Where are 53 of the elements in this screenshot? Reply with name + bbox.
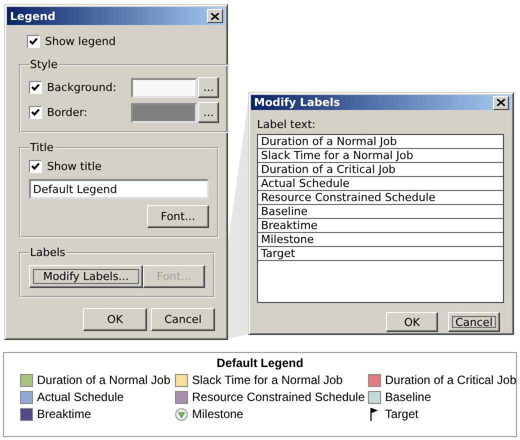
label-row[interactable]: Slack Time for a Normal Job xyxy=(258,149,503,163)
checkbox[interactable] xyxy=(29,81,42,94)
group-title: Title xyxy=(29,141,55,154)
font-button[interactable]: Font... xyxy=(147,205,209,228)
dialog-button[interactable]: OK xyxy=(386,312,438,332)
label-row[interactable]: Milestone xyxy=(258,233,503,247)
close-icon xyxy=(497,99,505,106)
color-field[interactable] xyxy=(131,102,197,122)
label-row[interactable]: Resource Constrained Schedule xyxy=(258,191,503,205)
check-icon xyxy=(28,36,39,47)
dialog-button[interactable]: Cancel xyxy=(448,312,500,332)
title-field[interactable]: Default Legend xyxy=(29,179,209,199)
label-row[interactable]: Breaktime xyxy=(258,219,503,233)
legend-label: Milestone xyxy=(192,407,244,421)
close-button[interactable] xyxy=(207,9,223,23)
checkbox-label: Show legend xyxy=(45,35,116,48)
group-title: Labels xyxy=(29,246,66,259)
browse-button[interactable]: ... xyxy=(198,102,219,123)
legend-label: Actual Schedule xyxy=(37,390,124,404)
window-title: Legend xyxy=(10,10,56,22)
label-row[interactable]: Target xyxy=(258,247,503,261)
color-field[interactable] xyxy=(131,78,197,98)
checkbox[interactable] xyxy=(29,160,42,173)
label-row[interactable]: Duration of a Critical Job xyxy=(258,163,503,177)
checkbox[interactable] xyxy=(27,35,40,48)
check-icon xyxy=(30,82,41,93)
legend-label: Slack Time for a Normal Job xyxy=(192,373,343,387)
legend-label: Resource Constrained Schedule xyxy=(192,390,365,404)
legend-label: Duration of a Normal Job xyxy=(37,373,170,387)
close-icon xyxy=(211,12,219,20)
window-title: Modify Labels xyxy=(254,96,340,109)
dialog-button[interactable]: Cancel xyxy=(151,308,215,331)
list-label: Label text: xyxy=(257,118,317,131)
legend-label: Baseline xyxy=(385,390,432,404)
milestone-icon xyxy=(175,408,188,420)
legend-label: Duration of a Critical Job xyxy=(385,373,516,387)
label-row[interactable]: Baseline xyxy=(258,205,503,219)
check-icon xyxy=(30,107,41,118)
modify-labels-button[interactable]: Modify Labels... xyxy=(29,265,143,288)
checkbox-label: Border: xyxy=(47,106,88,119)
dialog-button[interactable]: OK xyxy=(83,308,147,331)
checkbox[interactable] xyxy=(29,106,42,119)
browse-button[interactable]: ... xyxy=(198,77,219,98)
checkbox-label: Background: xyxy=(47,81,116,94)
check-icon xyxy=(30,161,41,172)
legend-label: Breaktime xyxy=(37,407,92,421)
legend-label: Target xyxy=(385,407,418,421)
group-title: Style xyxy=(29,58,59,71)
legend-title: Default Legend xyxy=(216,356,304,370)
checkbox-label: Show title xyxy=(47,160,102,173)
label-row[interactable]: Actual Schedule xyxy=(258,177,503,191)
label-row[interactable]: Duration of a Normal Job xyxy=(258,135,503,149)
close-button[interactable] xyxy=(493,96,509,110)
